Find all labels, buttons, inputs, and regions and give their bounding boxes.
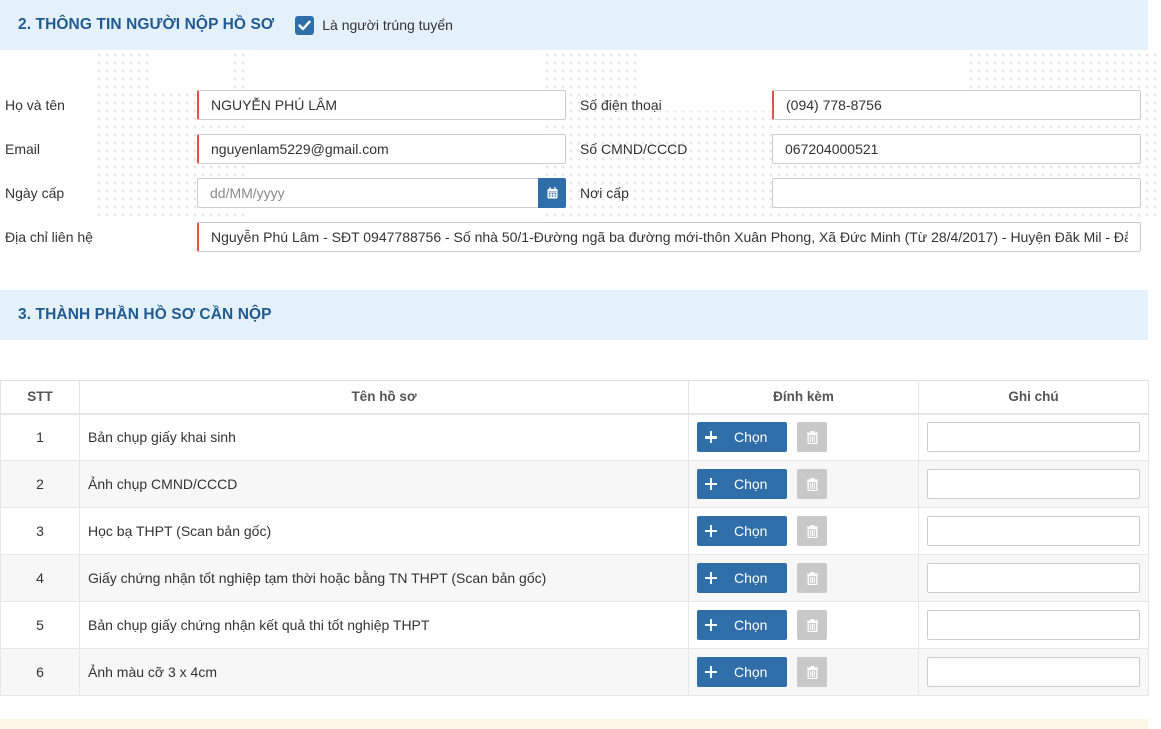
- choose-label: Chọn: [734, 570, 768, 586]
- full-name-input[interactable]: [197, 90, 566, 120]
- choose-label: Chọn: [734, 429, 768, 446]
- row-stt: 4: [0, 554, 80, 602]
- email-input[interactable]: [197, 134, 566, 164]
- note-input[interactable]: [927, 422, 1140, 453]
- row-note-cell: [918, 601, 1149, 649]
- phone-label: Số điện thoại: [580, 97, 662, 113]
- table-row: 2 Ảnh chụp CMND/CCCD Chọn: [0, 460, 1149, 508]
- table-row: 4 Giấy chứng nhận tốt nghiệp tạm thời ho…: [0, 554, 1149, 602]
- choose-label: Chọn: [734, 476, 768, 492]
- delete-file-button[interactable]: [797, 563, 827, 593]
- row-attach-cell: Chọn: [688, 413, 919, 461]
- section-2-header: 2. THÔNG TIN NGƯỜI NỘP HỒ SƠ Là người tr…: [0, 0, 1148, 50]
- delete-file-button[interactable]: [797, 422, 827, 453]
- choose-file-button[interactable]: Chọn: [697, 610, 787, 640]
- address-input[interactable]: [197, 222, 1141, 252]
- delete-file-button[interactable]: [797, 610, 827, 640]
- email-label: Email: [5, 141, 41, 157]
- trash-icon: [806, 524, 818, 538]
- phone-input[interactable]: [772, 90, 1141, 120]
- issue-date-label: Ngày cấp: [5, 185, 65, 201]
- note-input[interactable]: [927, 516, 1140, 546]
- table-row: 6 Ảnh màu cỡ 3 x 4cm Chọn: [0, 648, 1149, 696]
- choose-file-button[interactable]: Chọn: [697, 422, 787, 453]
- table-row: 5 Bản chụp giấy chứng nhận kết quả thi t…: [0, 601, 1149, 649]
- plus-icon: [705, 572, 717, 584]
- header-attach: Đính kèm: [688, 380, 919, 415]
- trash-icon: [806, 571, 818, 585]
- row-stt: 2: [0, 460, 80, 508]
- issue-date-input[interactable]: [197, 178, 539, 208]
- choose-file-button[interactable]: Chọn: [697, 657, 787, 687]
- documents-table: STT Tên hồ sơ Đính kèm Ghi chú 1 Bản chụ…: [0, 380, 1149, 696]
- trash-icon: [806, 665, 818, 679]
- delete-file-button[interactable]: [797, 516, 827, 546]
- plus-icon: [705, 666, 717, 678]
- row-note-cell: [918, 413, 1149, 461]
- row-attach-cell: Chọn: [688, 554, 919, 602]
- row-stt: 6: [0, 648, 80, 696]
- row-attach-cell: Chọn: [688, 601, 919, 649]
- row-note-cell: [918, 648, 1149, 696]
- row-note-cell: [918, 460, 1149, 508]
- plus-icon: [705, 478, 717, 490]
- choose-file-button[interactable]: Chọn: [697, 469, 787, 499]
- row-document-name: Ảnh màu cỡ 3 x 4cm: [79, 648, 689, 696]
- choose-file-button[interactable]: Chọn: [697, 563, 787, 593]
- trash-icon: [806, 618, 818, 632]
- section-2-title: 2. THÔNG TIN NGƯỜI NỘP HỒ SƠ: [18, 16, 275, 33]
- winner-checkbox-label: Là người trúng tuyển: [322, 17, 453, 33]
- issue-place-input[interactable]: [772, 178, 1141, 208]
- full-name-label: Họ và tên: [5, 97, 65, 113]
- section-3-title: 3. THÀNH PHẦN HỒ SƠ CẦN NỘP: [18, 306, 272, 323]
- row-document-name: Học bạ THPT (Scan bản gốc): [79, 507, 689, 555]
- table-row: 1 Bản chụp giấy khai sinh Chọn: [0, 413, 1149, 461]
- choose-label: Chọn: [734, 617, 768, 633]
- address-label: Địa chỉ liên hệ: [5, 229, 93, 245]
- choose-label: Chọn: [734, 664, 768, 680]
- row-stt: 1: [0, 413, 80, 461]
- choose-file-button[interactable]: Chọn: [697, 516, 787, 546]
- choose-label: Chọn: [734, 523, 768, 539]
- calendar-icon: [547, 187, 557, 199]
- row-document-name: Bản chụp giấy khai sinh: [79, 413, 689, 461]
- id-number-label: Số CMND/CCCD: [580, 141, 688, 157]
- row-document-name: Ảnh chụp CMND/CCCD: [79, 460, 689, 508]
- id-number-input[interactable]: [772, 134, 1141, 164]
- row-stt: 5: [0, 601, 80, 649]
- row-attach-cell: Chọn: [688, 648, 919, 696]
- note-input[interactable]: [927, 610, 1140, 640]
- note-input[interactable]: [927, 657, 1140, 687]
- plus-icon: [705, 619, 717, 631]
- row-stt: 3: [0, 507, 80, 555]
- row-document-name: Bản chụp giấy chứng nhận kết quả thi tốt…: [79, 601, 689, 649]
- winner-checkbox[interactable]: Là người trúng tuyển: [295, 15, 453, 35]
- delete-file-button[interactable]: [797, 469, 827, 499]
- check-icon[interactable]: [295, 15, 315, 35]
- trash-icon: [806, 477, 818, 491]
- map-mask: [150, 51, 230, 91]
- next-section-strip: [0, 719, 1148, 729]
- note-input[interactable]: [927, 469, 1140, 499]
- date-picker-button[interactable]: [538, 178, 566, 208]
- plus-icon: [705, 431, 717, 444]
- header-name: Tên hồ sơ: [79, 380, 689, 415]
- note-input[interactable]: [927, 563, 1140, 593]
- row-document-name: Giấy chứng nhận tốt nghiệp tạm thời hoặc…: [79, 554, 689, 602]
- row-note-cell: [918, 554, 1149, 602]
- header-stt: STT: [0, 380, 80, 415]
- row-note-cell: [918, 507, 1149, 555]
- row-attach-cell: Chọn: [688, 507, 919, 555]
- plus-icon: [705, 525, 717, 537]
- header-note: Ghi chú: [918, 380, 1149, 415]
- table-row: 3 Học bạ THPT (Scan bản gốc) Chọn: [0, 507, 1149, 555]
- trash-icon: [806, 430, 818, 444]
- section-3-header: 3. THÀNH PHẦN HỒ SƠ CẦN NỘP: [0, 290, 1148, 340]
- issue-place-label: Nơi cấp: [580, 185, 629, 201]
- row-attach-cell: Chọn: [688, 460, 919, 508]
- table-header-row: STT Tên hồ sơ Đính kèm Ghi chú: [0, 380, 1149, 415]
- delete-file-button[interactable]: [797, 657, 827, 687]
